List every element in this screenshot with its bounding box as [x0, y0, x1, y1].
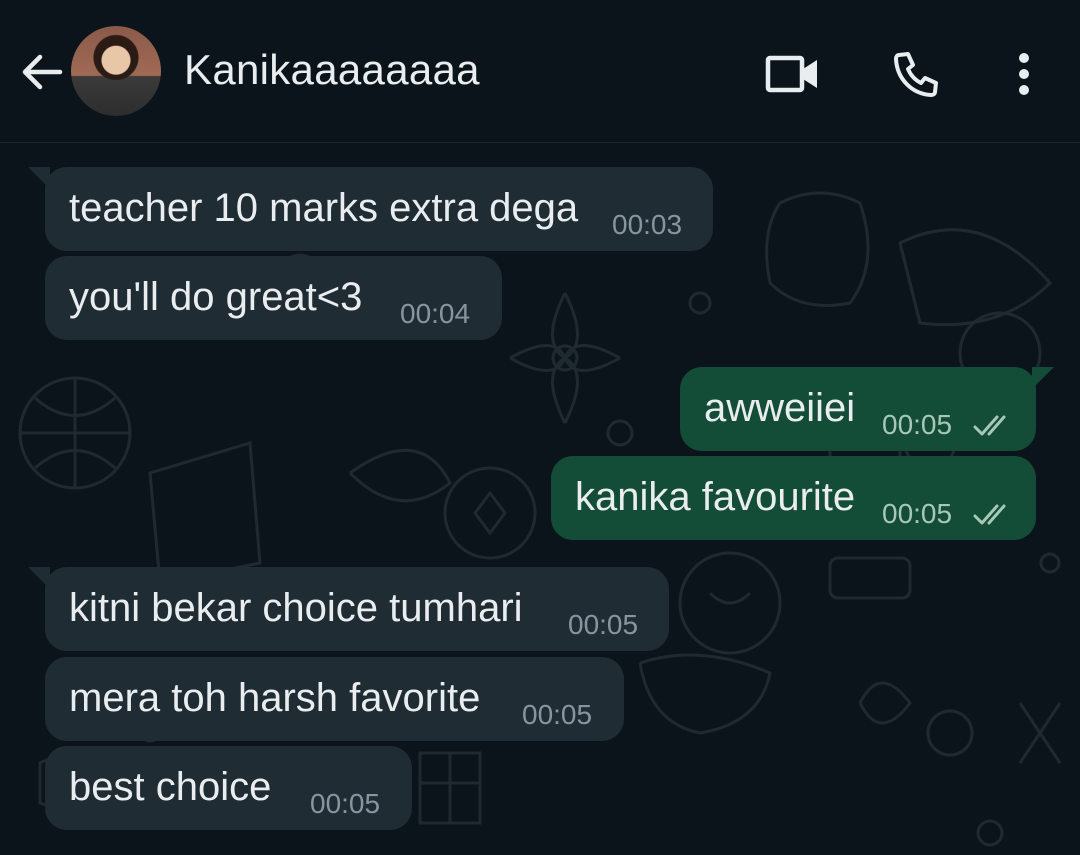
contact-name[interactable]: Kanikaaaaaaaa [184, 46, 480, 94]
back-arrow-icon [22, 54, 63, 90]
voice-call-button[interactable] [888, 46, 944, 102]
video-call-button[interactable] [765, 46, 821, 102]
bubble-tail [1032, 367, 1054, 389]
more-options-icon [1019, 53, 1029, 95]
message-text: kanika favourite [575, 475, 856, 519]
message-time: 00:05 [310, 788, 381, 819]
bubble-tail [28, 167, 50, 189]
message-incoming[interactable]: mera toh harsh favorite 00:05 [45, 657, 624, 741]
message-text: awweiiei [704, 386, 856, 430]
message-incoming[interactable]: teacher 10 marks extra dega 00:03 [45, 167, 713, 251]
message-text: mera toh harsh favorite [69, 676, 481, 720]
message-text: you'll do great<3 [69, 275, 363, 319]
chat-header: Kanikaaaaaaaa [0, 0, 1080, 143]
message-outgoing[interactable]: kanika favourite 00:05 [551, 456, 1036, 540]
bubble-tail [28, 567, 50, 589]
message-text: teacher 10 marks extra dega [69, 186, 579, 230]
message-time: 00:03 [612, 209, 683, 240]
message-text: best choice [69, 765, 272, 809]
message-incoming[interactable]: best choice 00:05 [45, 746, 412, 830]
voice-call-icon [894, 52, 938, 97]
message-text: kitni bekar choice tumhari [69, 586, 523, 630]
message-time: 00:05 [882, 409, 953, 440]
message-outgoing[interactable]: awweiiei 00:05 [680, 367, 1036, 451]
double-check-icon [973, 415, 1006, 436]
message-time: 00:05 [522, 699, 593, 730]
message-incoming[interactable]: you'll do great<3 00:04 [45, 256, 502, 340]
more-options-button[interactable] [996, 46, 1052, 102]
avatar[interactable] [71, 26, 161, 116]
message-incoming[interactable]: kitni bekar choice tumhari 00:05 [45, 567, 669, 651]
chat-area[interactable]: teacher 10 marks extra dega 00:03 you'll… [0, 143, 1080, 855]
message-time: 00:05 [882, 498, 953, 529]
double-check-icon [973, 504, 1006, 525]
message-time: 00:05 [568, 609, 639, 640]
back-button[interactable] [18, 48, 66, 96]
message-time: 00:04 [400, 298, 471, 329]
video-call-icon [765, 55, 817, 93]
